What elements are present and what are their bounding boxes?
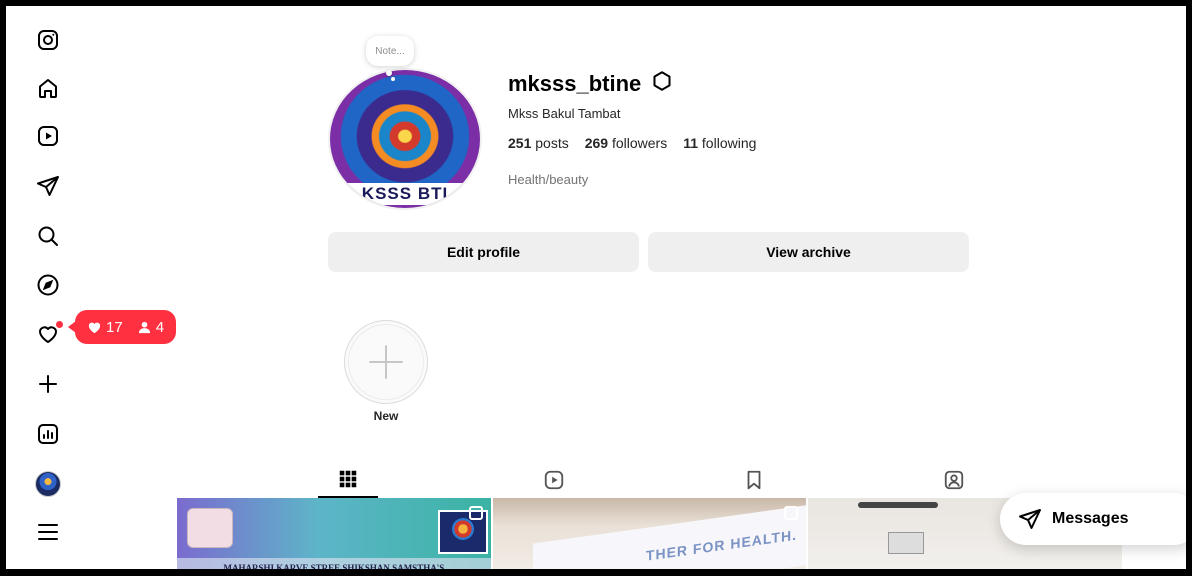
- search-icon[interactable]: [34, 222, 62, 250]
- profile-picture-text: KSSS BTI: [330, 183, 480, 205]
- profile-tabs: [177, 462, 1122, 498]
- post-tile[interactable]: THER FOR HEALTH.: [492, 498, 807, 569]
- edit-profile-button[interactable]: Edit profile: [328, 232, 639, 272]
- profile-stats: 251 posts 269 followers 11 following: [508, 135, 756, 151]
- messages-label: Messages: [1052, 510, 1129, 527]
- tab-saved[interactable]: [724, 462, 784, 498]
- category-label: Health/beauty: [508, 172, 589, 187]
- post-tile[interactable]: MAHARSHI KARVE STREE SHIKSHAN SAMSTHA'S: [177, 498, 491, 569]
- full-name: Mkss Bakul Tambat: [508, 106, 621, 121]
- projector-image: [888, 532, 925, 554]
- bookmark-icon: [747, 470, 761, 490]
- home-icon[interactable]: [34, 74, 62, 102]
- grid-icon: [339, 470, 357, 488]
- carousel-icon: [784, 506, 799, 520]
- profile-picture[interactable]: KSSS BTI: [328, 68, 482, 210]
- more-menu-icon[interactable]: [34, 518, 62, 546]
- followers-stat[interactable]: 269 followers: [585, 135, 668, 151]
- posts-stat: 251 posts: [508, 135, 569, 151]
- tab-reels[interactable]: [524, 462, 584, 498]
- note-bubble-tail: [386, 70, 392, 76]
- reels-icon: [544, 470, 564, 490]
- reels-icon[interactable]: [34, 122, 62, 150]
- post-screen-text: THER FOR HEALTH.: [645, 526, 797, 564]
- following-stat[interactable]: 11 following: [683, 135, 756, 151]
- settings-gear-icon[interactable]: [651, 70, 673, 97]
- follows-count: 4: [155, 318, 165, 336]
- heart-icon: [88, 322, 101, 333]
- note-bubble[interactable]: Note...: [366, 36, 414, 66]
- tagged-person-icon: [944, 470, 964, 490]
- sidebar: [6, 6, 90, 569]
- notification-dot: [56, 321, 63, 328]
- explore-compass-icon[interactable]: [34, 271, 62, 299]
- carousel-icon: [468, 506, 483, 520]
- username: mksss_btine: [508, 70, 642, 96]
- likes-count: 17: [106, 318, 123, 336]
- institution-emblem: [187, 508, 233, 548]
- dashboard-insights-icon[interactable]: [34, 420, 62, 448]
- tab-posts[interactable]: [318, 462, 378, 498]
- post-banner-text: MAHARSHI KARVE STREE SHIKSHAN SAMSTHA'S: [177, 558, 491, 569]
- app-frame: 17 4 KSSS BTI Note... mksss_btine Mkss B…: [6, 6, 1186, 569]
- ceiling-fan-image: [858, 502, 939, 508]
- profile-avatar[interactable]: [34, 470, 62, 498]
- new-highlight-button[interactable]: [344, 320, 428, 404]
- messages-button[interactable]: Messages: [1000, 493, 1186, 545]
- username-row: mksss_btine: [508, 70, 673, 97]
- note-bubble-tail-small: [391, 77, 395, 81]
- new-highlight-label: New: [373, 409, 399, 423]
- direct-messages-icon: [1019, 509, 1041, 529]
- activity-notification-bubble[interactable]: 17 4: [67, 310, 177, 344]
- posts-grid: MAHARSHI KARVE STREE SHIKSHAN SAMSTHA'S …: [177, 498, 1123, 569]
- create-plus-icon[interactable]: [34, 370, 62, 398]
- plus-icon: [369, 345, 403, 379]
- direct-messages-icon[interactable]: [34, 172, 62, 200]
- person-icon: [138, 321, 150, 333]
- tab-tagged[interactable]: [924, 462, 984, 498]
- view-archive-button[interactable]: View archive: [648, 232, 969, 272]
- instagram-logo-icon[interactable]: [34, 26, 62, 54]
- notifications-heart-icon[interactable]: [34, 320, 63, 348]
